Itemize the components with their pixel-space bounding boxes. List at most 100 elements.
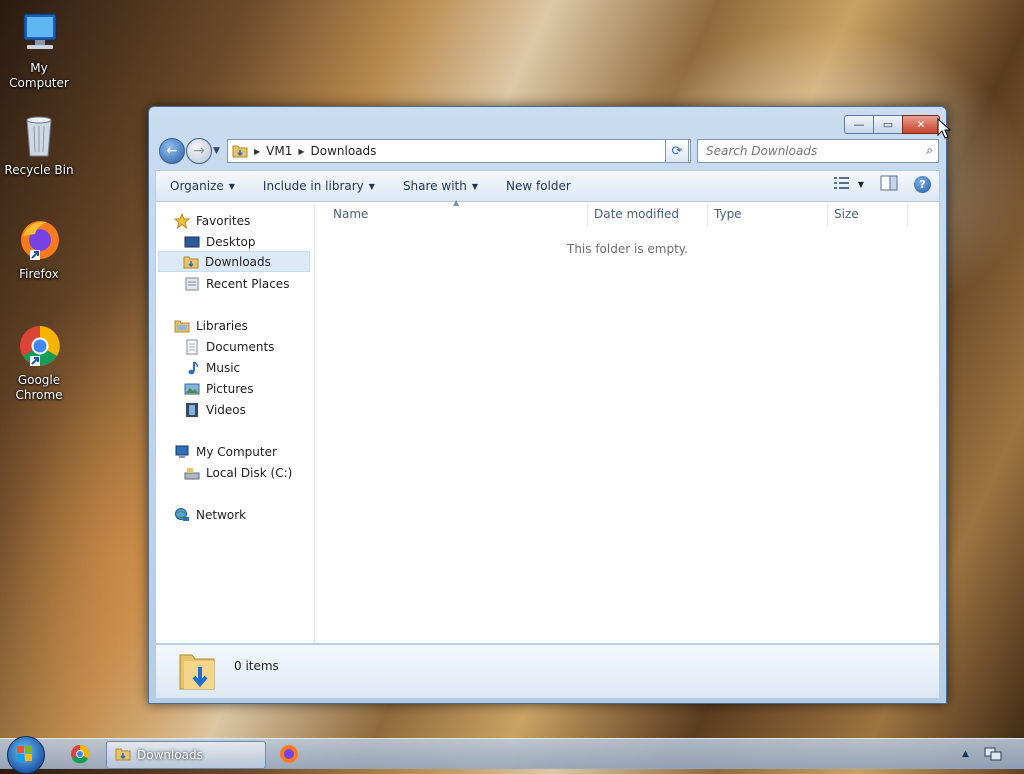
change-view-button[interactable]: ▼ [833,176,864,193]
column-header-size[interactable]: Size [828,202,908,226]
taskbar-firefox[interactable] [279,741,299,767]
search-box[interactable]: ⌕ [697,139,939,163]
network-tray-icon[interactable] [984,741,1002,767]
desktop-icon [184,234,200,250]
firefox-icon [15,216,63,264]
column-header-label: Name [333,207,369,221]
column-header-type[interactable]: Type [708,202,828,226]
include-in-library-button[interactable]: Include in library ▼ [249,171,389,201]
help-icon: ? [919,178,926,191]
nav-label: Music [206,360,241,375]
large-downloads-folder-icon [178,649,218,696]
taskbar-explorer-downloads[interactable]: Downloads [106,741,266,769]
taskbar: Downloads ▲ [0,736,1024,774]
nav-label: Local Disk (C:) [206,465,293,480]
nav-pictures[interactable]: Pictures [184,378,254,399]
star-icon [173,212,191,229]
back-button[interactable]: ← [159,138,185,164]
desktop-icon-label: Google Chrome [15,373,63,402]
music-icon [184,360,200,376]
file-list[interactable]: Name ▲ Date modified Type Size This fold… [316,198,939,643]
mouse-cursor-icon [937,118,951,139]
start-button[interactable] [7,736,45,774]
nav-desktop[interactable]: Desktop [184,231,256,252]
nav-label: Favorites [196,213,251,228]
desktop-icon-google-chrome[interactable]: Google Chrome [0,322,78,403]
nav-downloads[interactable]: Downloads [158,251,310,272]
close-button[interactable]: ✕ [902,115,940,134]
documents-icon [184,339,200,355]
chevron-down-icon: ▼ [471,181,478,191]
chevron-up-icon: ▲ [962,749,969,759]
desktop-icon-my-computer[interactable]: My Computer [0,10,78,91]
folder-icon [115,746,131,765]
refresh-button[interactable]: ⟳ [665,139,689,163]
windows-logo-icon [17,746,32,761]
search-input[interactable] [704,141,908,161]
column-header-date-modified[interactable]: Date modified [588,202,708,226]
libraries-icon [174,318,190,334]
nav-label: My Computer [196,444,277,459]
nav-music[interactable]: Music [184,357,240,378]
taskbar-window-label: Downloads [137,748,203,762]
details-pane: 0 items [155,644,940,699]
minimize-icon: — [853,118,865,131]
explorer-window[interactable]: — ▭ ✕ ← → ▼ ▶ VM1 ▶ Downloads ▼ ⟳ ⌕ Orga… [148,106,947,704]
nav-local-disk[interactable]: Local Disk (C:) [184,462,292,483]
nav-my-computer[interactable]: My Computer [174,441,277,462]
column-header-label: Size [834,207,859,221]
view-details-icon [833,176,850,193]
arrow-right-icon: → [193,143,205,159]
maximize-button[interactable]: ▭ [873,115,902,134]
help-button[interactable]: ? [914,176,931,193]
downloads-folder-icon [183,254,199,270]
pictures-icon [184,381,200,397]
new-folder-button[interactable]: New folder [492,171,585,201]
taskbar-chrome[interactable] [70,741,90,767]
preview-pane-button[interactable] [880,175,898,194]
breadcrumb-separator-icon[interactable]: ▶ [254,147,260,156]
chevron-down-icon: ▼ [228,181,235,191]
nav-videos[interactable]: Videos [184,399,246,420]
nav-label: Downloads [205,254,271,269]
network-icon [174,507,190,523]
preview-pane-icon [880,175,898,191]
forward-button[interactable]: → [186,138,212,164]
recent-places-icon [184,276,200,292]
show-hidden-icons-button[interactable]: ▲ [962,741,969,767]
breadcrumb-downloads[interactable]: Downloads [311,144,377,158]
chevron-down-icon: ▼ [857,180,864,189]
recent-pages-dropdown[interactable]: ▼ [213,146,220,156]
desktop-icon-firefox[interactable]: Firefox [0,216,78,282]
nav-favorites[interactable]: Favorites [173,210,251,231]
nav-recent-places[interactable]: Recent Places [184,273,289,294]
share-with-button[interactable]: Share with ▼ [389,171,492,201]
address-bar[interactable]: ▶ VM1 ▶ Downloads ▼ [227,139,691,163]
minimize-button[interactable]: — [844,115,873,134]
desktop-icon-recycle-bin[interactable]: Recycle Bin [0,112,78,178]
arrow-left-icon: ← [166,143,178,159]
desktop-icon-label: My Computer [9,61,69,90]
sort-ascending-icon: ▲ [453,198,460,207]
column-header-label: Type [714,207,742,221]
breadcrumb-vm1[interactable]: VM1 [266,144,292,158]
refresh-icon: ⟳ [671,143,683,159]
search-icon[interactable]: ⌕ [926,143,933,158]
column-header-label: Date modified [594,207,680,221]
nav-libraries[interactable]: Libraries [174,315,248,336]
computer-icon [174,444,190,460]
column-header-name[interactable]: Name ▲ [316,198,588,226]
organize-button[interactable]: Organize ▼ [156,171,249,201]
item-count: 0 items [234,659,279,673]
desktop-icon-label: Firefox [19,267,59,281]
nav-documents[interactable]: Documents [184,336,274,357]
chrome-icon [71,744,90,764]
navigation-pane[interactable]: Favorites Desktop Downloads Recent Place… [156,202,315,643]
nav-network[interactable]: Network [174,504,246,525]
breadcrumb-separator-icon[interactable]: ▶ [298,147,304,156]
navigation-bar: ← → ▼ ▶ VM1 ▶ Downloads ▼ ⟳ ⌕ [157,138,940,164]
share-with-label: Share with [402,179,467,193]
nav-label: Pictures [206,381,254,396]
nav-label: Libraries [196,318,248,333]
nav-label: Videos [206,402,246,417]
